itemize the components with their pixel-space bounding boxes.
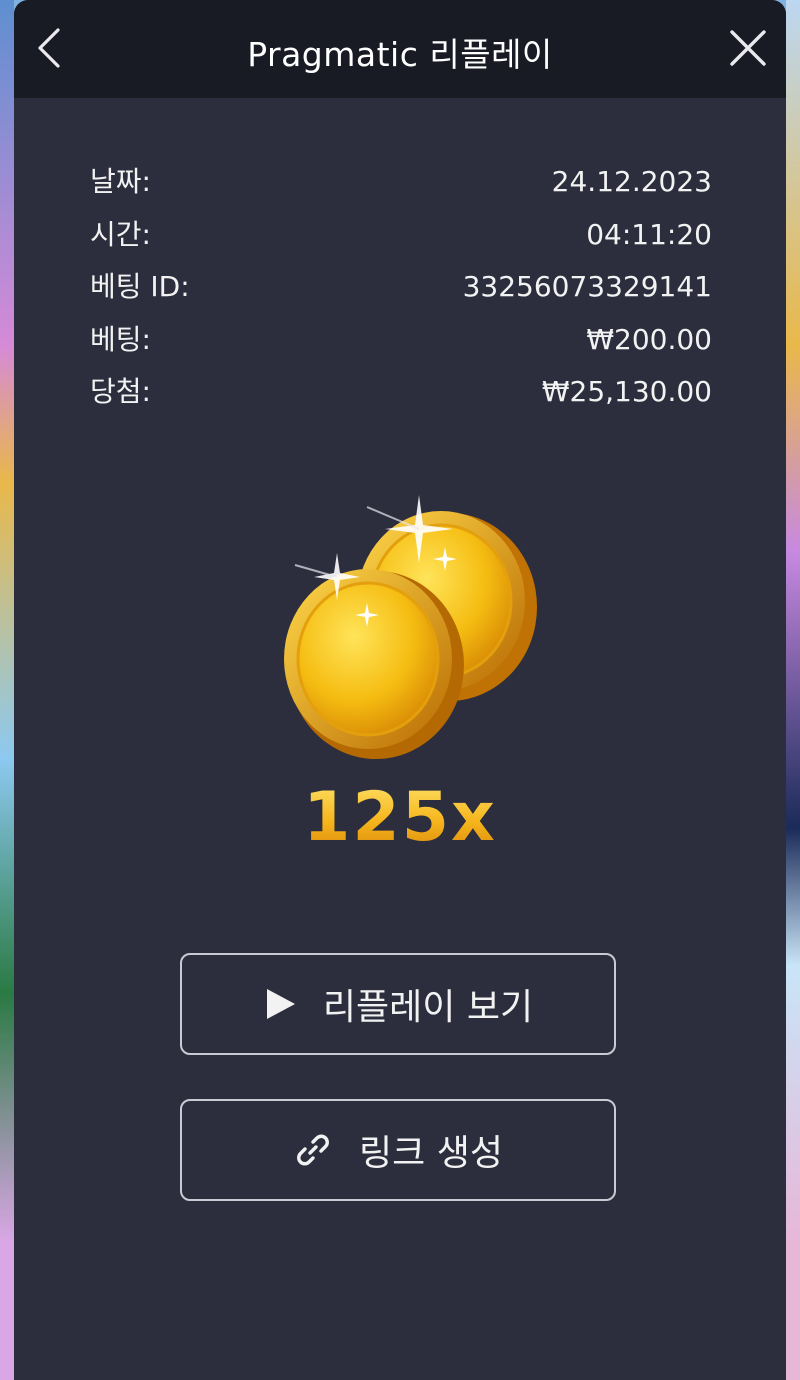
close-button[interactable]: [724, 24, 772, 72]
detail-label: 시간:: [90, 217, 151, 251]
view-replay-label: 리플레이 보기: [322, 987, 534, 1028]
detail-label: 베팅 ID:: [90, 270, 190, 303]
background-game-right: [786, 0, 800, 1380]
detail-label: 당첨:: [90, 375, 151, 408]
detail-row-bet-id: 베팅 ID: 33256073329141: [90, 267, 712, 320]
background-game-left: [0, 0, 14, 1380]
detail-row-win: 당첨: ₩25,130.00: [90, 372, 712, 425]
detail-value: ₩25,130.00: [541, 375, 712, 408]
create-link-label: 링크 생성: [359, 1133, 503, 1174]
detail-value: ₩200.00: [586, 322, 712, 356]
modal-header: Pragmatic 리플레이: [14, 0, 786, 98]
detail-label: 날짜:: [90, 165, 151, 198]
detail-value: 24.12.2023: [551, 165, 712, 198]
gold-coins-icon: [284, 495, 537, 759]
view-replay-button[interactable]: 리플레이 보기: [180, 953, 616, 1055]
detail-row-date: 날짜: 24.12.2023: [90, 162, 712, 215]
link-icon: [293, 1130, 333, 1170]
close-icon: [730, 30, 766, 66]
play-icon: [263, 987, 297, 1021]
create-link-button[interactable]: 링크 생성: [180, 1099, 616, 1201]
bet-details: 날짜: 24.12.2023 시간: 04:11:20 베팅 ID: 33256…: [90, 162, 712, 425]
win-multiplier: 125x: [14, 778, 786, 857]
modal-title: Pragmatic 리플레이: [247, 35, 553, 74]
detail-row-time: 시간: 04:11:20: [90, 215, 712, 268]
replay-modal: Pragmatic 리플레이 날짜: 24.12.2023 시간: 04:11:…: [14, 0, 786, 1380]
detail-value: 04:11:20: [586, 217, 712, 251]
detail-label: 베팅:: [90, 322, 151, 356]
detail-value: 33256073329141: [462, 270, 712, 303]
detail-row-bet: 베팅: ₩200.00: [90, 320, 712, 373]
